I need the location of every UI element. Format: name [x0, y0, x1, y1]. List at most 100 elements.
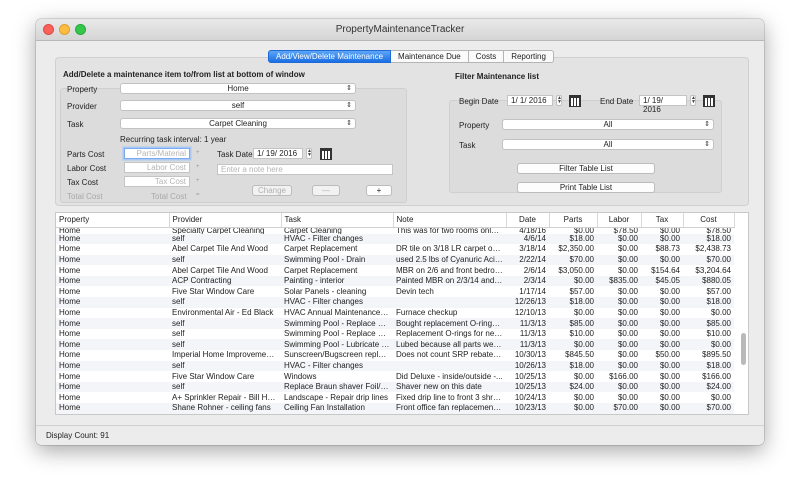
- table-row[interactable]: Home Environmental Air - Ed Black HVAC Ann…: [56, 308, 734, 319]
- table-cell: $0.00: [549, 339, 597, 351]
- tab-costs[interactable]: Costs: [468, 50, 505, 63]
- table-cell: $10.00: [569, 329, 594, 339]
- table-cell: Shane Rohner - ceiling fans: [169, 403, 281, 414]
- add-item-button[interactable]: +: [366, 185, 392, 196]
- table-cell: $0.00: [617, 265, 638, 275]
- task-date-label: Task Date: [217, 150, 253, 159]
- labor-cost-label: Labor Cost: [67, 164, 107, 173]
- calendar-icon[interactable]: [569, 95, 581, 107]
- table-cell: 2/3/14: [506, 275, 549, 287]
- begin-date-field[interactable]: 1/ 1/ 2016: [507, 95, 553, 106]
- table-cell: $0.00: [641, 381, 683, 393]
- table-row[interactable]: Home Imperial Home Improvement L... Sunscr…: [56, 350, 734, 361]
- end-date-field[interactable]: 1/ 19/ 2016: [639, 95, 687, 114]
- table-cell: $0.00: [617, 329, 638, 339]
- column-header-provider[interactable]: Provider: [169, 213, 282, 228]
- table-cell: HVAC - Filter changes: [281, 233, 393, 245]
- tab-maintenance-due[interactable]: Maintenance Due: [391, 50, 469, 63]
- table-row[interactable]: Home self HVAC - Filter changes 10/26/13 $18…: [56, 360, 734, 372]
- table-row[interactable]: Home ACP Contracting Painting - interior Pa…: [56, 275, 734, 287]
- table-cell: Home: [56, 233, 169, 245]
- table-cell: $0.00: [597, 381, 641, 393]
- table-cell: $0.00: [641, 297, 683, 308]
- column-header-property[interactable]: Property: [56, 213, 170, 228]
- table-cell: 10/24/13: [514, 392, 546, 402]
- table-row[interactable]: Home Five Star Window Care Windows Did Delu…: [56, 371, 734, 382]
- table-row[interactable]: Home self Swimming Pool - Drain used 2.5 lb…: [56, 254, 734, 266]
- table-cell: Furnace checkup: [396, 307, 458, 317]
- window-title: PropertyMaintenanceTracker: [335, 24, 465, 35]
- task-date-field[interactable]: 1/ 19/ 2016: [253, 148, 303, 159]
- plus-sign: +: [196, 178, 200, 184]
- table-cell: $0.00: [641, 318, 683, 329]
- remove-item-button[interactable]: —: [312, 185, 340, 196]
- table-cell: $24.00: [683, 381, 734, 393]
- table-row[interactable]: Home self Swimming Pool - Replace Bac... Bo…: [56, 318, 734, 329]
- column-header-cost[interactable]: Cost: [683, 213, 735, 228]
- column-header-parts[interactable]: Parts: [549, 213, 598, 228]
- table-row[interactable]: Home self Swimming Pool - Replace Bac... Re…: [56, 329, 734, 340]
- column-header-labor[interactable]: Labor: [597, 213, 642, 228]
- table-cell: Swimming Pool - Lubricate Ba...: [281, 339, 393, 351]
- table-row[interactable]: Home Five Star Window Care Solar Panels - …: [56, 286, 734, 297]
- table-cell: $0.00: [597, 360, 641, 372]
- provider-select[interactable]: self ⇕: [120, 100, 356, 111]
- parts-cost-input[interactable]: [124, 148, 190, 159]
- table-row[interactable]: Home Abel Carpet Tile And Wood Carpet Repl…: [56, 244, 734, 255]
- tab-add-view-delete[interactable]: Add/View/Delete Maintenance: [268, 50, 392, 63]
- table-cell: Home: [59, 329, 81, 339]
- table-cell: Home: [59, 244, 81, 254]
- table-row[interactable]: Home Shane Rohner - ceiling fans Ceiling F…: [56, 403, 734, 414]
- maintenance-table[interactable]: Property Provider Task Note Date Parts L…: [55, 212, 749, 415]
- change-button[interactable]: Change: [252, 185, 292, 196]
- table-row[interactable]: Home self HVAC - Filter changes 4/6/14 $18.0…: [56, 233, 734, 245]
- table-cell: $70.00: [683, 254, 734, 266]
- filter-task-select[interactable]: All ⇕: [502, 139, 714, 150]
- table-cell: $50.00: [655, 350, 680, 360]
- note-input[interactable]: [217, 164, 393, 175]
- begin-date-stepper[interactable]: ▲ ▼: [556, 95, 562, 106]
- column-header-date[interactable]: Date: [506, 213, 550, 228]
- table-cell: Does not count SRP rebate of...: [396, 350, 506, 360]
- chevron-updown-icon: ⇕: [346, 120, 352, 127]
- filter-table-list-button[interactable]: Filter Table List: [517, 163, 655, 174]
- table-cell: $0.00: [597, 233, 641, 245]
- print-table-list-button[interactable]: Print Table List: [517, 182, 655, 193]
- table-cell: 2/22/14: [506, 254, 549, 266]
- table-scrollbar[interactable]: [741, 333, 746, 365]
- table-cell: $0.00: [659, 307, 680, 317]
- property-label: Property: [67, 85, 98, 94]
- chevron-updown-icon: ⇕: [704, 121, 710, 128]
- table-cell: $0.00: [641, 403, 683, 414]
- table-cell: Environmental Air - Ed Black: [172, 307, 274, 317]
- table-cell: $24.00: [549, 381, 597, 393]
- table-row[interactable]: Home self Swimming Pool - Lubricate Ba... L…: [56, 339, 734, 351]
- table-row[interactable]: Home self Replace Braun shaver Foil/Bla...…: [56, 381, 734, 393]
- end-date-stepper[interactable]: ▲ ▼: [690, 95, 696, 106]
- labor-cost-input[interactable]: [124, 162, 190, 173]
- property-select[interactable]: Home ⇕: [120, 83, 356, 94]
- task-select[interactable]: Carpet Cleaning ⇕: [120, 118, 356, 129]
- table-cell: 1/17/14: [519, 286, 546, 296]
- column-header-note[interactable]: Note: [393, 213, 507, 228]
- table-cell: 11/3/13: [519, 329, 546, 339]
- tab-reporting[interactable]: Reporting: [504, 50, 554, 63]
- table-cell: $0.00: [573, 307, 594, 317]
- end-date-label: End Date: [600, 97, 634, 106]
- table-cell: Painting - interior: [281, 275, 393, 287]
- column-header-task[interactable]: Task: [281, 213, 394, 228]
- plus-sign: +: [196, 150, 200, 156]
- table-row[interactable]: Home self HVAC - Filter changes 12/26/13 $18…: [56, 297, 734, 308]
- table-row[interactable]: Home Abel Carpet Tile And Wood Carpet Repl…: [56, 265, 734, 276]
- table-cell: Home: [56, 339, 169, 351]
- table-cell: Home: [56, 297, 169, 308]
- table-cell: $0.00: [659, 371, 680, 381]
- table-cell: $0.00: [659, 286, 680, 296]
- tax-cost-input[interactable]: [124, 176, 190, 187]
- column-header-tax[interactable]: Tax: [641, 213, 684, 228]
- filter-property-select[interactable]: All ⇕: [502, 119, 714, 130]
- task-date-stepper[interactable]: ▲ ▼: [306, 148, 312, 159]
- table-row[interactable]: Home A+ Sprinkler Repair - Bill Hub... Lan…: [56, 392, 734, 403]
- calendar-icon[interactable]: [320, 148, 332, 160]
- calendar-icon[interactable]: [703, 95, 715, 107]
